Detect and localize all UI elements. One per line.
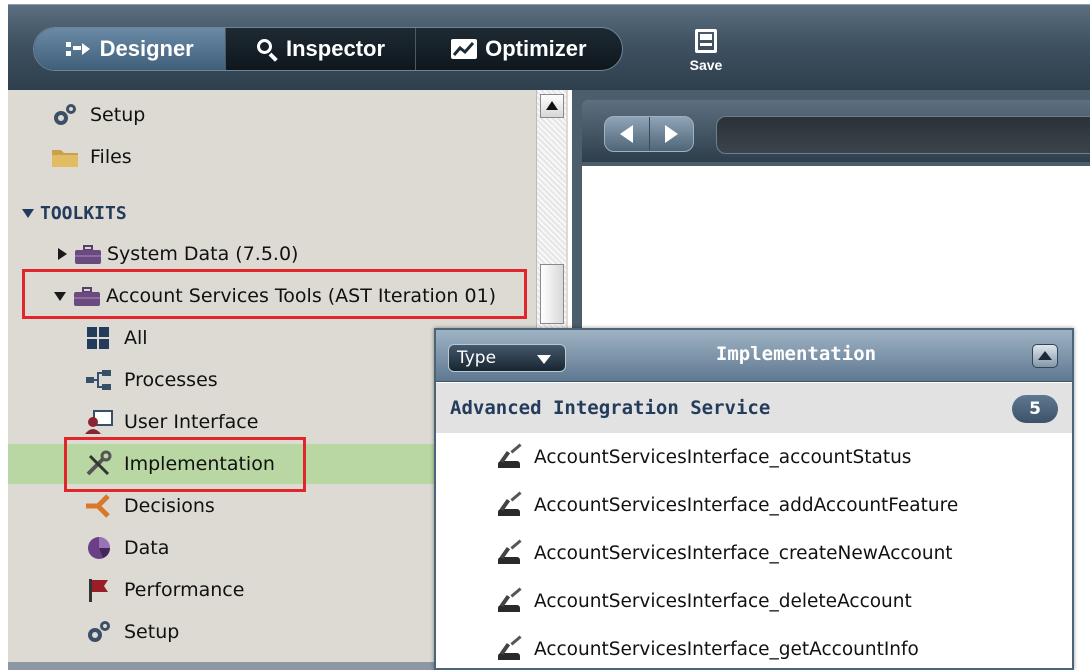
chart-icon: [451, 39, 478, 59]
category-label: Setup: [124, 621, 180, 643]
library-item-files[interactable]: Files: [8, 137, 533, 177]
designer-tab[interactable]: Designer: [34, 28, 227, 70]
back-button[interactable]: [605, 117, 650, 151]
gears-icon: [84, 618, 114, 646]
list-item[interactable]: AccountServicesInterface_deleteAccount: [496, 581, 1056, 621]
category-label: Decisions: [124, 495, 215, 517]
list-item-label: AccountServicesInterface_deleteAccount: [534, 590, 912, 612]
decision-icon: [84, 492, 114, 520]
highlight-box-implementation: [64, 437, 306, 492]
optimizer-tab[interactable]: Optimizer: [416, 28, 622, 70]
inspector-tab-label: Inspector: [286, 36, 386, 61]
group-header[interactable]: Advanced Integration Service 5: [436, 383, 1072, 433]
inspector-tab[interactable]: Inspector: [226, 28, 416, 70]
arrow-right-icon: [664, 125, 678, 143]
group-title: Advanced Integration Service: [450, 397, 771, 419]
folder-icon: [50, 143, 80, 171]
perspective-switcher: Designer Inspector Optimizer: [33, 27, 623, 71]
list-item[interactable]: AccountServicesInterface_getAccountInfo: [496, 629, 1056, 669]
toolkit-system-data[interactable]: System Data (7.5.0): [8, 234, 533, 274]
data-icon: [84, 534, 114, 562]
designer-icon: [65, 40, 92, 58]
integration-service-icon: [496, 491, 524, 517]
popup-header: Type Implementation: [436, 330, 1072, 382]
category-label: Data: [124, 537, 170, 559]
search-icon: [256, 38, 278, 62]
list-item[interactable]: AccountServicesInterface_accountStatus: [496, 437, 1056, 477]
save-button[interactable]: Save: [678, 29, 734, 83]
breadcrumb-bar[interactable]: [716, 116, 1090, 154]
grid-icon: [84, 324, 114, 352]
category-label: Performance: [124, 579, 245, 601]
count-badge: 5: [1012, 395, 1058, 423]
list-item[interactable]: AccountServicesInterface_addAccountFeatu…: [496, 485, 1056, 525]
list-item[interactable]: AccountServicesInterface_createNewAccoun…: [496, 533, 1056, 573]
history-nav: [604, 116, 694, 152]
integration-service-icon: [496, 443, 524, 469]
library-item-label: Files: [90, 146, 132, 168]
integration-service-icon: [496, 587, 524, 613]
designer-tab-label: Designer: [99, 36, 194, 61]
save-button-label: Save: [689, 57, 723, 73]
toolkits-heading[interactable]: TOOLKITS: [8, 193, 533, 233]
editor-header: [582, 100, 1090, 162]
list-item-label: AccountServicesInterface_accountStatus: [534, 446, 912, 468]
list-item-label: AccountServicesInterface_getAccountInfo: [534, 638, 919, 660]
floppy-disk-icon: [695, 29, 717, 53]
toolkit-label: System Data (7.5.0): [107, 243, 299, 265]
chevron-down-icon: [537, 355, 551, 364]
toolkits-heading-label: TOOLKITS: [40, 202, 127, 224]
gears-icon: [50, 101, 80, 129]
implementation-popup: Type Implementation Advanced Integration…: [434, 328, 1074, 670]
process-icon: [84, 366, 114, 394]
arrow-left-icon: [620, 125, 634, 143]
top-toolbar: Designer Inspector Optimizer Save: [8, 4, 1090, 90]
scroll-up-button[interactable]: [540, 94, 564, 118]
user-interface-icon: [84, 408, 114, 436]
category-label: Processes: [124, 369, 218, 391]
library-item-setup[interactable]: Setup: [8, 95, 533, 135]
type-filter-dropdown[interactable]: Type: [448, 344, 566, 372]
category-label: User Interface: [124, 411, 259, 433]
popup-title: Implementation: [715, 343, 877, 365]
list-item-label: AccountServicesInterface_addAccountFeatu…: [534, 494, 959, 516]
integration-service-icon: [496, 539, 524, 565]
expand-arrow-icon[interactable]: [58, 248, 67, 260]
integration-service-icon: [496, 635, 524, 661]
type-filter-label: Type: [457, 348, 497, 368]
flag-icon: [84, 576, 114, 604]
list-item-label: AccountServicesInterface_createNewAccoun…: [534, 542, 953, 564]
scrollbar-thumb[interactable]: [540, 264, 564, 324]
toolkit-briefcase-icon: [73, 240, 103, 268]
collapse-arrow-icon: [22, 208, 34, 218]
collapse-popup-button[interactable]: [1032, 344, 1058, 368]
category-label: All: [124, 327, 148, 349]
optimizer-tab-label: Optimizer: [485, 36, 587, 61]
library-item-label: Setup: [90, 104, 146, 126]
forward-button[interactable]: [650, 117, 694, 151]
highlight-box-toolkit: [22, 269, 527, 319]
